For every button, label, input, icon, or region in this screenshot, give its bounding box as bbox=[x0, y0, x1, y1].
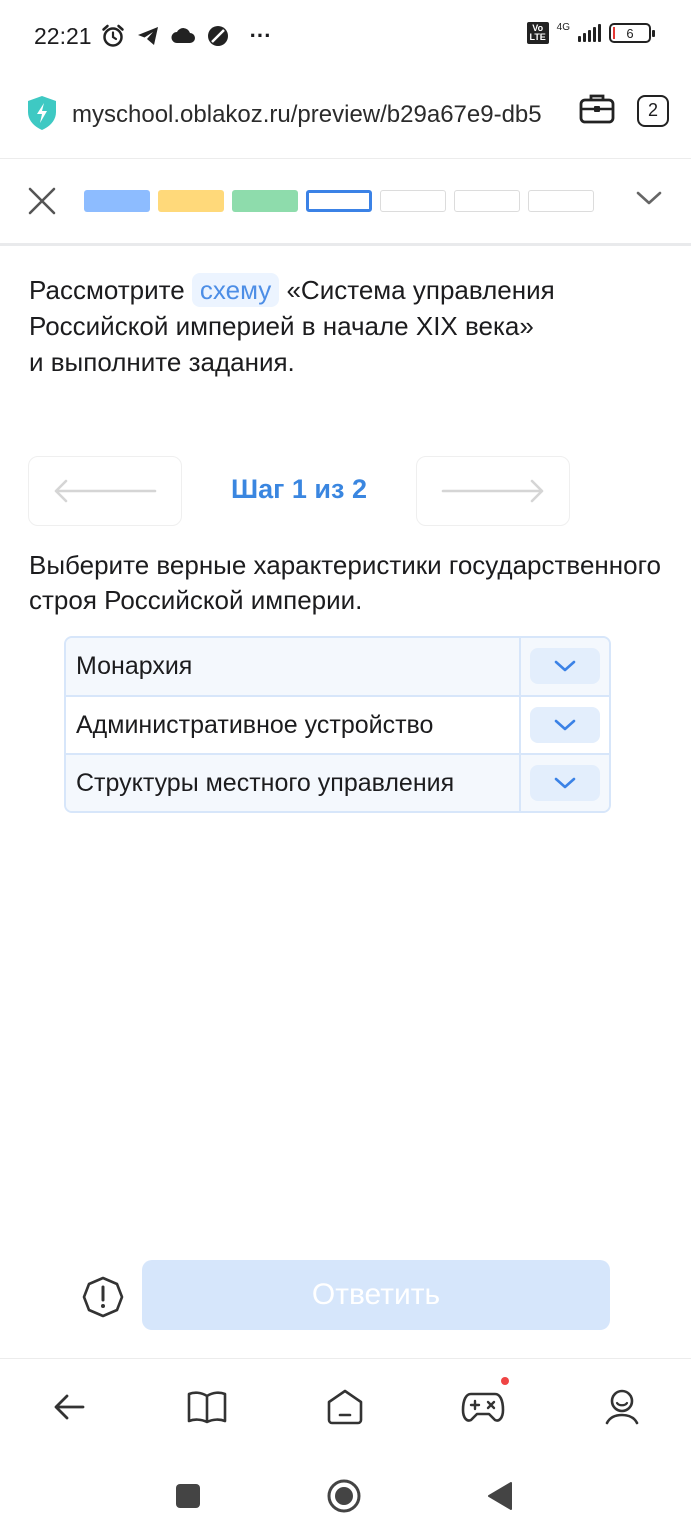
secure-shield-icon[interactable] bbox=[26, 95, 58, 136]
submit-answer-button[interactable]: Ответить bbox=[142, 1260, 610, 1330]
task-text-prefix: Рассмотрите bbox=[29, 275, 192, 305]
previous-step-button[interactable] bbox=[28, 456, 182, 526]
row-dropdown-button[interactable] bbox=[530, 707, 600, 743]
browser-actions: 2 bbox=[579, 92, 669, 129]
report-issue-icon[interactable] bbox=[82, 1276, 124, 1318]
vpn-icon bbox=[206, 24, 230, 48]
row-dropdown-button[interactable] bbox=[530, 765, 600, 801]
row-divider bbox=[519, 697, 521, 753]
url-text[interactable]: myschool.oblakoz.ru/preview/b29a67e9-db5 bbox=[72, 101, 562, 129]
next-step-button[interactable] bbox=[416, 456, 570, 526]
progress-step[interactable] bbox=[306, 190, 372, 212]
arrow-right-icon bbox=[441, 479, 544, 503]
signal-icon bbox=[578, 24, 601, 42]
browser-url-bar: myschool.oblakoz.ru/preview/b29a67e9-db5… bbox=[0, 72, 691, 158]
scheme-link[interactable]: схему bbox=[191, 273, 280, 307]
briefcase-icon[interactable] bbox=[579, 92, 615, 129]
chevron-down-icon bbox=[554, 660, 576, 672]
battery-level-fill bbox=[613, 27, 615, 39]
chevron-down-icon[interactable] bbox=[635, 189, 663, 212]
row-dropdown-button[interactable] bbox=[530, 648, 600, 684]
notification-dot bbox=[501, 1377, 509, 1385]
back-arrow-icon[interactable] bbox=[47, 1385, 91, 1429]
task-text-line3: и выполните задания. bbox=[29, 347, 295, 377]
row-label: Монархия bbox=[76, 652, 193, 680]
progress-step[interactable] bbox=[380, 190, 446, 212]
system-navigation-bar bbox=[0, 1452, 691, 1536]
answer-bar: Ответить bbox=[0, 1258, 691, 1332]
row-divider bbox=[519, 638, 521, 695]
task-description: Рассмотрите схему «Система управления Ро… bbox=[29, 272, 669, 380]
step-counter: Шаг 1 из 2 bbox=[231, 474, 367, 504]
recent-apps-icon[interactable] bbox=[168, 1476, 208, 1516]
progress-step[interactable] bbox=[84, 190, 150, 212]
cloud-icon bbox=[170, 27, 196, 45]
progress-step[interactable] bbox=[528, 190, 594, 212]
progress-step[interactable] bbox=[232, 190, 298, 212]
progress-step[interactable] bbox=[454, 190, 520, 212]
table-row: Монархия bbox=[66, 638, 609, 695]
task-text-suffix: «Система управления bbox=[279, 275, 555, 305]
gamepad-icon[interactable] bbox=[461, 1377, 509, 1429]
profile-icon[interactable] bbox=[600, 1385, 644, 1429]
chevron-down-icon bbox=[554, 719, 576, 731]
book-icon[interactable] bbox=[185, 1385, 229, 1429]
row-divider bbox=[519, 755, 521, 811]
progress-steps bbox=[84, 190, 594, 212]
battery-level: 6 bbox=[626, 25, 634, 41]
table-row: Административное устройство bbox=[66, 695, 609, 753]
home-icon[interactable] bbox=[323, 1385, 367, 1429]
task-progress-header bbox=[0, 158, 691, 246]
answer-table: Монархия Административное устройство Стр… bbox=[64, 636, 611, 813]
close-icon[interactable] bbox=[26, 185, 58, 217]
telegram-icon bbox=[136, 25, 160, 47]
question-text: Выберите верные характеристики государст… bbox=[29, 550, 661, 615]
table-row: Структуры местного управления bbox=[66, 753, 609, 811]
task-text-line2: Российской империей в начале XIX века» bbox=[29, 311, 534, 341]
chevron-down-icon bbox=[554, 777, 576, 789]
browser-bottom-nav bbox=[0, 1358, 691, 1452]
step-navigation: Шаг 1 из 2 bbox=[28, 456, 570, 526]
battery-icon: 6 bbox=[609, 23, 655, 43]
volte-icon: Vo LTE bbox=[526, 22, 549, 44]
status-bar: 22:21 ··· Vo LTE 4G 6 bbox=[0, 0, 691, 72]
more-notifications-icon: ··· bbox=[249, 23, 272, 48]
row-label: Структуры местного управления bbox=[76, 768, 455, 797]
home-circle-icon[interactable] bbox=[324, 1476, 364, 1516]
tabs-count-button[interactable]: 2 bbox=[637, 94, 669, 127]
network-type: 4G bbox=[556, 21, 570, 33]
row-label: Административное устройство bbox=[76, 710, 434, 739]
status-system-icons: Vo LTE 4G 6 bbox=[526, 21, 655, 44]
system-back-icon[interactable] bbox=[480, 1476, 520, 1516]
alarm-icon bbox=[100, 23, 126, 49]
status-time: 22:21 bbox=[34, 22, 92, 49]
progress-step[interactable] bbox=[158, 190, 224, 212]
arrow-left-icon bbox=[54, 479, 157, 503]
status-notification-icons: ··· bbox=[100, 23, 272, 49]
